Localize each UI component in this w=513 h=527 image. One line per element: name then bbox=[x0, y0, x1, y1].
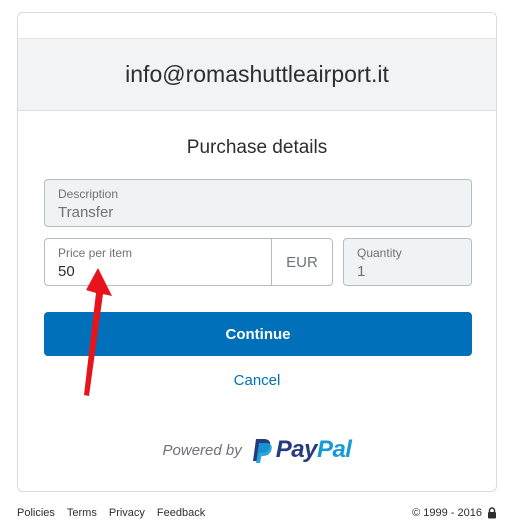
description-label: Description bbox=[58, 187, 119, 201]
paypal-logo: PayPal bbox=[251, 436, 352, 464]
description-value: Transfer bbox=[58, 204, 114, 221]
quantity-field: Quantity 1 bbox=[343, 238, 472, 286]
price-per-item-label: Price per item bbox=[58, 246, 133, 260]
continue-button[interactable]: Continue bbox=[44, 312, 472, 356]
footer: Policies Terms Privacy Feedback © 1999 -… bbox=[17, 505, 497, 521]
merchant-header: info@romashuttleairport.it bbox=[18, 39, 496, 111]
paypal-wordmark: PayPal bbox=[276, 436, 352, 464]
price-per-item-field[interactable]: Price per item 50 EUR bbox=[44, 238, 333, 286]
currency-label: EUR bbox=[271, 239, 332, 285]
merchant-email: info@romashuttleairport.it bbox=[125, 61, 389, 87]
description-field: Description Transfer bbox=[44, 179, 472, 227]
cancel-link-label[interactable]: Cancel bbox=[234, 372, 281, 389]
footer-link-terms[interactable]: Terms bbox=[67, 507, 97, 519]
paypal-logo-icon bbox=[252, 439, 272, 463]
footer-link-privacy[interactable]: Privacy bbox=[109, 507, 145, 519]
footer-copyright: © 1999 - 2016 bbox=[412, 507, 497, 519]
quantity-label: Quantity bbox=[357, 246, 402, 260]
footer-link-policies[interactable]: Policies bbox=[17, 507, 55, 519]
checkout-card: info@romashuttleairport.it Purchase deta… bbox=[17, 12, 497, 492]
price-per-item-input[interactable]: 50 bbox=[58, 263, 75, 280]
purchase-details-title: Purchase details bbox=[186, 137, 328, 158]
paypal-wordmark-pay: Pay bbox=[275, 436, 318, 463]
cancel-link[interactable]: Cancel bbox=[18, 372, 496, 389]
quantity-value: 1 bbox=[357, 263, 366, 280]
lock-icon bbox=[488, 507, 496, 519]
footer-link-feedback[interactable]: Feedback bbox=[157, 507, 205, 519]
powered-by-paypal: Powered by PayPal bbox=[18, 436, 496, 464]
copyright-text: © 1999 - 2016 bbox=[412, 507, 482, 519]
card-top-strip bbox=[18, 13, 496, 39]
paypal-wordmark-pal: Pal bbox=[316, 436, 352, 463]
powered-by-text: Powered by bbox=[162, 441, 242, 459]
